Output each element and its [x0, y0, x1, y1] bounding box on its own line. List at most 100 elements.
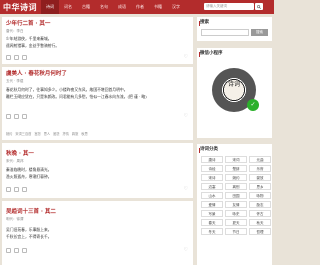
tag-link[interactable]: 闺怨 [53, 132, 59, 136]
header-search-button[interactable] [255, 3, 263, 10]
favorite-icon[interactable]: ♡ [184, 113, 188, 119]
category-link[interactable]: 写景 [201, 210, 223, 217]
category-link[interactable]: 友情 [225, 201, 247, 208]
nav-item-chengyu[interactable]: 成语 [113, 0, 131, 14]
wechat-icon: ✓ [247, 99, 259, 111]
share-icon[interactable] [22, 55, 27, 60]
poem-line: 千秋长宫上，不得寄长千。 [6, 233, 52, 239]
poem-card: 少年行二首 · 其一 唐代：李白 少年结游侠，千里来秦城。 遥闻射猎事，金丝手瞥… [2, 17, 193, 64]
sidebar-category-title: 诗词分类 [200, 147, 218, 152]
header-search-input[interactable]: 请输入关键词 [204, 3, 254, 10]
category-link[interactable]: 楚辞 [225, 165, 247, 172]
copy-icon[interactable] [6, 55, 11, 60]
category-link[interactable]: 秋天 [249, 219, 271, 226]
note-icon[interactable] [14, 114, 19, 119]
sidebar-search-input[interactable] [201, 29, 249, 36]
poem-title[interactable]: 吴趋词十三首 · 其二 [6, 209, 56, 216]
poem-card: 秋晚 · 其一 宋代：周邦 秦淮临晚时，楼角悬清光。 渔火照孤舟，寒潮打暮钟。 … [2, 143, 193, 198]
card-actions [6, 55, 27, 60]
note-icon[interactable] [14, 248, 19, 253]
poem-body: 少年结游侠，千里来秦城。 遥闻射猎事，金丝手瞥骑射行。 [6, 36, 189, 49]
poem-author[interactable]: 宋代：周邦 [6, 159, 24, 164]
poem-card: 吴趋词十三首 · 其二 明代：徐渭 吴门旧苑春，乐事殷上来。 千秋长宫上，不得寄… [2, 201, 193, 265]
category-link[interactable]: 咏物 [249, 192, 271, 199]
poem-line: 雕栏玉砌应犹在，只是朱颜改。问君能有几多愁，恰似一江春水向东流。(把 谨 · 略… [6, 93, 147, 99]
category-link[interactable]: 诗经 [201, 165, 223, 172]
category-link[interactable]: 离别 [225, 183, 247, 190]
category-grid: 唐诗 宋词 元曲 诗经 楚辞 乐府 宋诗 婉约 豪放 边塞 离别 思乡 山水 田… [201, 156, 271, 235]
nav-item-shici[interactable]: 诗词 [41, 0, 59, 14]
poem-line: 遥闻射猎事，金丝手瞥骑射行。 [6, 42, 60, 48]
category-link[interactable]: 元曲 [249, 156, 271, 163]
category-link[interactable]: 夏天 [225, 219, 247, 226]
poem-body: 秦淮临晚时，楼角悬清光。 渔火照孤舟，寒潮打暮钟。 [6, 167, 189, 180]
category-link[interactable]: 边塞 [201, 183, 223, 190]
copy-icon[interactable] [6, 187, 11, 192]
category-link[interactable]: 励志 [249, 201, 271, 208]
category-link[interactable]: 婉约 [225, 174, 247, 181]
category-link[interactable]: 节日 [225, 228, 247, 235]
category-link[interactable]: 冬天 [201, 228, 223, 235]
share-icon[interactable] [22, 248, 27, 253]
tag-link[interactable]: 秋思 [81, 132, 87, 136]
search-icon [257, 4, 261, 9]
category-link[interactable]: 春天 [201, 219, 223, 226]
category-link[interactable]: 宋诗 [201, 174, 223, 181]
nav-item-guji[interactable]: 古籍 [77, 0, 95, 14]
poem-title[interactable]: 虞美人 · 春花秋月何时了 [6, 71, 67, 78]
sidebar-search-title: 搜索 [200, 20, 209, 25]
category-link[interactable]: 咏史 [225, 210, 247, 217]
top-navigation-bar: 中华诗词 诗词 词名 古籍 名句 成语 作者 书籍 汉字 请输入关键词 [0, 0, 274, 14]
nav-item-hanzi[interactable]: 汉字 [167, 0, 185, 14]
share-icon[interactable] [22, 187, 27, 192]
category-link[interactable]: 豪放 [249, 174, 271, 181]
favorite-icon[interactable]: ♡ [184, 247, 188, 253]
category-link[interactable]: 山水 [201, 192, 223, 199]
tag-link[interactable]: 宫怨 [34, 132, 40, 136]
favorite-icon[interactable]: ♡ [184, 54, 188, 60]
poem-author[interactable]: 明代：徐渭 [6, 217, 24, 222]
category-link[interactable]: 怀古 [249, 210, 271, 217]
poem-body: 春花秋月何时了，往事知多少。小楼昨夜又东风，故国不堪回首月明中。 雕栏玉砌应犹在… [6, 87, 189, 100]
category-link[interactable]: 田园 [225, 192, 247, 199]
note-icon[interactable] [14, 55, 19, 60]
qr-center-label: 诗词 [224, 80, 244, 100]
category-link[interactable]: 乐府 [249, 165, 271, 172]
sidebar-category-panel: 诗词分类 唐诗 宋词 元曲 诗经 楚辞 乐府 宋诗 婉约 豪放 边塞 离别 思乡… [197, 144, 272, 265]
category-link[interactable]: 唐诗 [201, 156, 223, 163]
poem-author[interactable]: 五代 · 李煜 [6, 79, 23, 84]
poem-author[interactable]: 唐代：李白 [6, 29, 24, 34]
nav-item-mingju[interactable]: 名句 [95, 0, 113, 14]
nav-item-zuozhe[interactable]: 作者 [131, 0, 149, 14]
tag-link[interactable]: 抒情 [63, 132, 69, 136]
poem-card: 虞美人 · 春花秋月何时了 五代 · 李煜 春花秋月何时了，往事知多少。小楼昨夜… [2, 67, 193, 140]
card-actions [6, 248, 27, 253]
tag-link[interactable]: 婉约 [6, 132, 12, 136]
copy-icon[interactable] [6, 248, 11, 253]
share-icon[interactable] [22, 114, 27, 119]
tag-link[interactable]: 思人 [44, 132, 50, 136]
sidebar-qr-panel: 微信小程序 诗词 ✓ [197, 48, 272, 138]
poem-line: 渔火照孤舟，寒潮打暮钟。 [6, 173, 52, 179]
nav-item-shuji[interactable]: 书籍 [149, 0, 167, 14]
category-link[interactable]: 思乡 [249, 183, 271, 190]
sidebar-search-button[interactable]: 搜索 [251, 29, 268, 36]
poem-body: 吴门旧苑春，乐事殷上来。 千秋长宫上，不得寄长千。 [6, 227, 189, 240]
category-link[interactable]: 爱情 [201, 201, 223, 208]
poem-title[interactable]: 少年行二首 · 其一 [6, 21, 50, 28]
poem-title[interactable]: 秋晚 · 其一 [6, 151, 34, 158]
favorite-icon[interactable]: ♡ [184, 186, 188, 192]
site-logo[interactable]: 中华诗词 [3, 1, 37, 13]
nav-item-ciming[interactable]: 词名 [59, 0, 77, 14]
note-icon[interactable] [14, 187, 19, 192]
card-actions [6, 114, 27, 119]
copy-icon[interactable] [6, 114, 11, 119]
tag-link[interactable]: 羁旅 [72, 132, 78, 136]
main-nav: 诗词 词名 古籍 名句 成语 作者 书籍 汉字 [41, 0, 185, 14]
poem-tags: 婉约 宋词三百首 宫怨 思人 闺怨 抒情 羁旅 秋思 [6, 131, 90, 136]
tag-link[interactable]: 宋词三百首 [15, 132, 31, 136]
qr-code-area: 诗词 ✓ [197, 56, 272, 116]
sidebar-search-panel: 搜索 搜索 [197, 17, 272, 41]
category-link[interactable]: 宋词 [225, 156, 247, 163]
category-link[interactable]: 哲理 [249, 228, 271, 235]
